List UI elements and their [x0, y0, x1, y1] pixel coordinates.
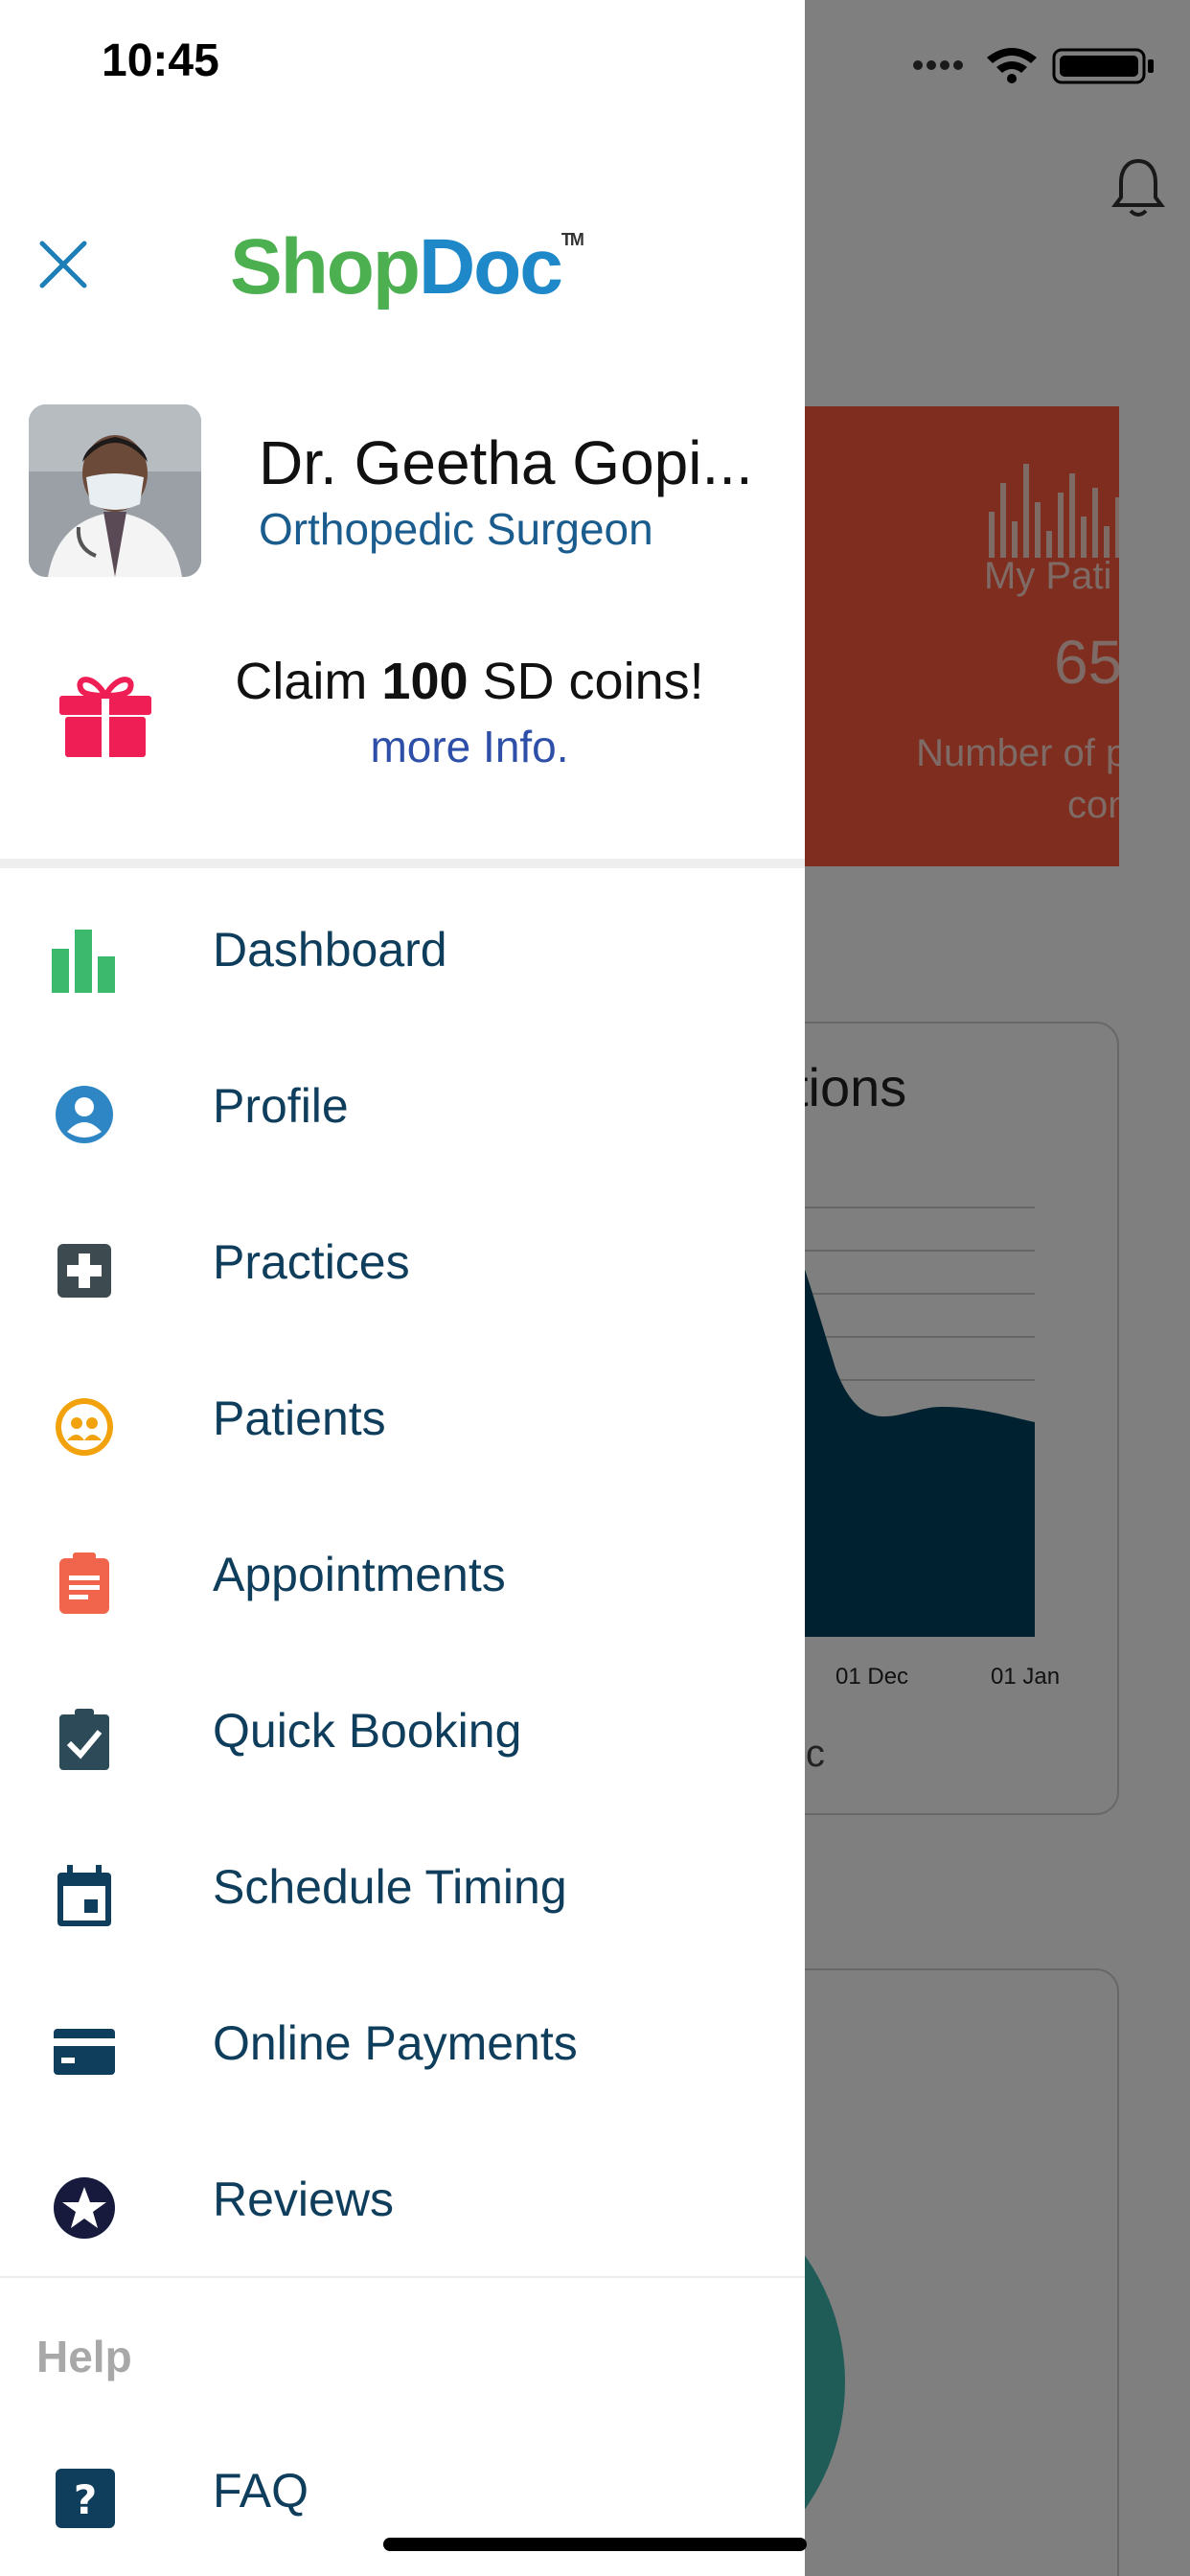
wifi-icon: [987, 48, 1037, 83]
help-section-title: Help: [36, 2332, 132, 2381]
close-icon[interactable]: [34, 236, 92, 293]
menu-item-label: Quick Booking: [213, 1704, 522, 1758]
home-indicator[interactable]: [383, 2538, 807, 2551]
menu-item-label: Appointments: [213, 1548, 506, 1601]
menu-item-label: Reviews: [213, 2173, 394, 2226]
menu-item-label: Schedule Timing: [213, 1860, 567, 1914]
menu-item-practices[interactable]: Practices: [0, 1188, 805, 1345]
doctor-specialty: Orthopedic Surgeon: [259, 504, 653, 554]
menu-item-quick-booking[interactable]: Quick Booking: [0, 1657, 805, 1813]
menu-item-label: Practices: [213, 1235, 410, 1289]
menu-item-label: Profile: [213, 1079, 349, 1133]
menu-item-label: Dashboard: [213, 923, 447, 977]
doctor-avatar[interactable]: [29, 404, 201, 577]
status-bar-time: 10:45: [102, 35, 219, 86]
medical-cross-icon: [57, 1244, 111, 1298]
navigation-drawer: 10:45 ShopDocTM Dr. Geetha Gopi... Ortho…: [0, 0, 805, 2576]
bar-chart-icon: [52, 930, 115, 993]
menu-item-label: Patients: [213, 1392, 386, 1445]
battery-icon: [1052, 48, 1154, 84]
star-circle-icon: [54, 2177, 115, 2239]
menu-item-dashboard[interactable]: Dashboard: [0, 876, 805, 1032]
section-divider: [0, 859, 805, 868]
menu-item-online-payments[interactable]: Online Payments: [0, 1969, 805, 2126]
more-info-link[interactable]: more Info.: [172, 721, 767, 772]
status-bar-icons: [913, 48, 1154, 84]
help-divider: [0, 2276, 805, 2278]
clipboard-icon: [59, 1552, 109, 1614]
user-circle-icon: [56, 1086, 113, 1143]
gift-icon: [59, 677, 151, 757]
doctor-photo-icon: [29, 404, 201, 577]
question-square-icon: ?: [56, 2469, 115, 2528]
menu-item-label: Online Payments: [213, 2016, 578, 2070]
signal-icon: [913, 60, 963, 70]
menu-item-patients[interactable]: Patients: [0, 1345, 805, 1501]
doctor-name[interactable]: Dr. Geetha Gopi...: [259, 427, 753, 498]
calendar-icon: [57, 1865, 111, 1926]
menu-item-profile[interactable]: Profile: [0, 1032, 805, 1188]
claim-coins-text: Claim 100 SD coins!: [235, 653, 704, 710]
users-circle-icon: [56, 1398, 113, 1456]
shopdoc-logo: ShopDocTM: [230, 223, 584, 310]
svg-text:?: ?: [74, 2476, 97, 2523]
menu-item-schedule-timing[interactable]: Schedule Timing: [0, 1813, 805, 1969]
credit-card-icon: [54, 2029, 115, 2075]
drawer-menu: Dashboard Profile Practices Patients App…: [0, 876, 805, 2282]
clipboard-check-icon: [59, 1709, 109, 1770]
menu-item-label: FAQ: [213, 2464, 309, 2518]
menu-item-reviews[interactable]: Reviews: [0, 2126, 805, 2282]
menu-item-appointments[interactable]: Appointments: [0, 1501, 805, 1657]
